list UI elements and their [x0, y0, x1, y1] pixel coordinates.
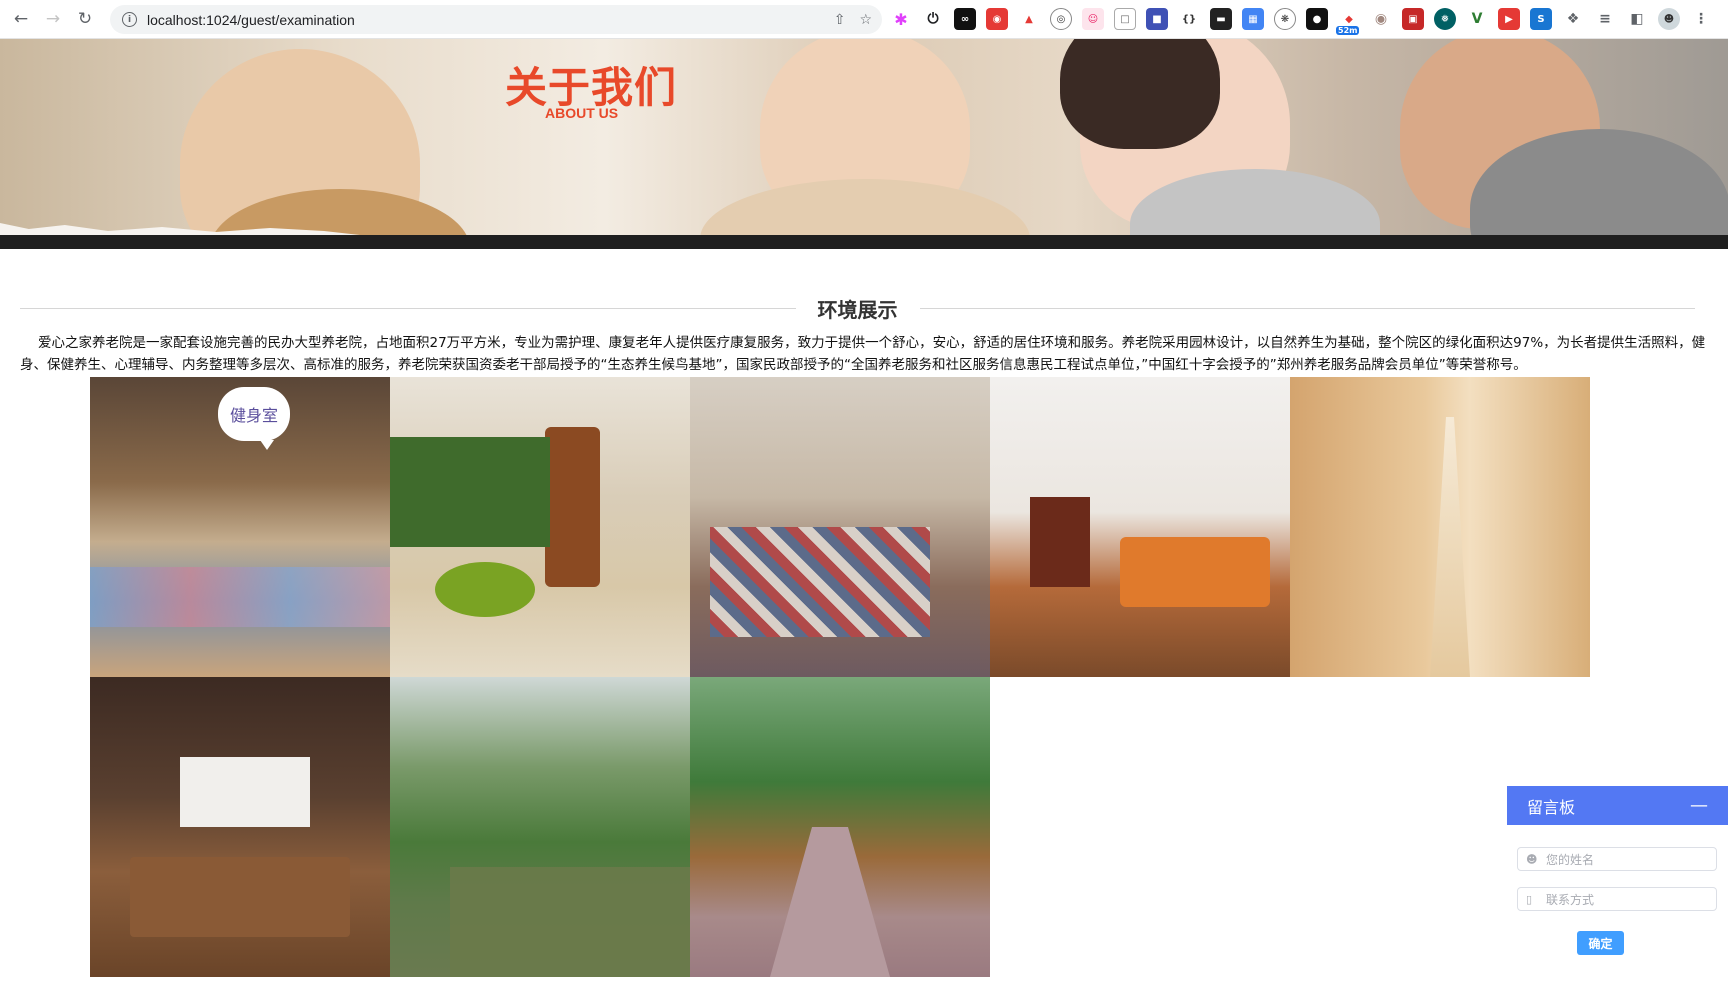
bookmark-star-icon[interactable]: ☆: [859, 12, 872, 28]
reception-desk: [130, 857, 350, 937]
about-banner: 关于我们 ABOUT US: [0, 39, 1728, 249]
section-heading: 环境展示: [20, 293, 1695, 323]
bedroom-photo[interactable]: [690, 377, 990, 677]
green-sofa: [435, 562, 535, 617]
profile-avatar-icon[interactable]: ☻: [1658, 8, 1680, 30]
share-icon[interactable]: ⇧: [834, 12, 846, 28]
power-icon[interactable]: ⏻: [922, 8, 944, 30]
extension-icon[interactable]: ■: [1146, 8, 1168, 30]
youtube-icon[interactable]: ▶: [1498, 8, 1520, 30]
phone-icon: ▯: [1526, 892, 1533, 906]
back-icon[interactable]: ←: [10, 8, 32, 30]
name-field[interactable]: ☻ 您的姓名: [1517, 847, 1717, 871]
green-wall: [390, 437, 550, 547]
reception-photo[interactable]: [90, 677, 390, 977]
extension-icon[interactable]: ◆ 52m: [1336, 8, 1360, 35]
extension-icon[interactable]: ▦: [1242, 8, 1264, 30]
minimize-icon[interactable]: —: [1690, 796, 1708, 815]
divider: [20, 307, 796, 309]
extension-icon[interactable]: S: [1530, 8, 1552, 30]
extension-icon[interactable]: ▲: [1018, 8, 1040, 30]
extension-icon[interactable]: ◉: [986, 8, 1008, 30]
corridor-photo[interactable]: [1290, 377, 1590, 677]
name-placeholder: 您的姓名: [1546, 852, 1595, 867]
extension-icon[interactable]: ❅: [1434, 8, 1456, 30]
brick-path: [770, 827, 890, 977]
gym-floor-mat: [90, 567, 390, 627]
reload-icon[interactable]: ↻: [74, 8, 96, 30]
garden-pond-photo[interactable]: [390, 677, 690, 977]
banner-person-image: [1060, 39, 1220, 149]
message-board-header[interactable]: 留言板 —: [1507, 786, 1728, 825]
site-info-icon[interactable]: i: [122, 12, 137, 27]
message-board: 留言板 — ☻ 您的姓名 ▯ 联系方式 确定: [1507, 786, 1728, 988]
pond-water: [450, 867, 690, 977]
extension-icon[interactable]: ☺: [1082, 8, 1104, 30]
user-icon: ☻: [1526, 852, 1538, 866]
cabinet: [1030, 497, 1090, 587]
gym-label-bubble: 健身室: [218, 387, 290, 450]
extension-icon[interactable]: ▬: [1210, 8, 1232, 30]
side-panel-icon[interactable]: ◧: [1626, 8, 1648, 30]
divider: [919, 307, 1695, 309]
browser-toolbar: ← → ↻ i localhost:1024/guest/examination…: [0, 0, 1728, 39]
bed-blanket: [710, 527, 930, 637]
extension-icon[interactable]: {}: [1178, 8, 1200, 30]
extension-icon[interactable]: ∞: [954, 8, 976, 30]
extensions-bar: ✱ ⏻ ∞ ◉ ▲ ◎ ☺ □ ■ {} ▬ ▦ ❋ ● ◆ 52m ◉ ▣ ❅ …: [890, 8, 1712, 35]
gym-photo[interactable]: 健身室: [90, 377, 390, 677]
garden-path-photo[interactable]: [690, 677, 990, 977]
section-title: 环境展示: [817, 297, 898, 322]
orange-sofa: [1120, 537, 1270, 607]
extension-icon[interactable]: ✱: [890, 8, 912, 30]
extension-icon[interactable]: ❋: [1274, 8, 1296, 30]
extension-icon[interactable]: □: [1114, 8, 1136, 30]
reading-list-icon[interactable]: ≡: [1594, 8, 1616, 30]
puzzle-icon[interactable]: ❖: [1562, 8, 1584, 30]
corridor-floor: [1430, 417, 1470, 677]
message-board-title: 留言板: [1527, 797, 1576, 817]
forward-icon[interactable]: →: [42, 8, 64, 30]
menu-kebab-icon[interactable]: ⋮: [1690, 8, 1712, 30]
cookie-icon[interactable]: ◉: [1370, 8, 1392, 30]
submit-button[interactable]: 确定: [1577, 931, 1624, 955]
extension-icon[interactable]: ◎: [1050, 8, 1072, 30]
intro-paragraph: 爱心之家养老院是一家配套设施完善的民办大型养老院，占地面积27万平方米，专业为需…: [20, 335, 1706, 373]
living-room-photo[interactable]: [990, 377, 1290, 677]
vue-icon[interactable]: V: [1466, 8, 1488, 30]
address-bar[interactable]: i localhost:1024/guest/examination ⇧ ☆: [110, 5, 882, 34]
extension-badge: 52m: [1336, 26, 1360, 35]
banner-bottom-strip: [0, 235, 1728, 249]
url-text[interactable]: localhost:1024/guest/examination: [147, 12, 355, 28]
contact-field[interactable]: ▯ 联系方式: [1517, 887, 1717, 911]
lobby-pillar: [545, 427, 600, 587]
reception-wall: [180, 757, 310, 827]
lobby-photo[interactable]: [390, 377, 690, 677]
extension-icon[interactable]: ▣: [1402, 8, 1424, 30]
extension-icon[interactable]: ●: [1306, 8, 1328, 30]
contact-placeholder: 联系方式: [1546, 892, 1595, 907]
banner-subtitle: ABOUT US: [545, 105, 619, 121]
